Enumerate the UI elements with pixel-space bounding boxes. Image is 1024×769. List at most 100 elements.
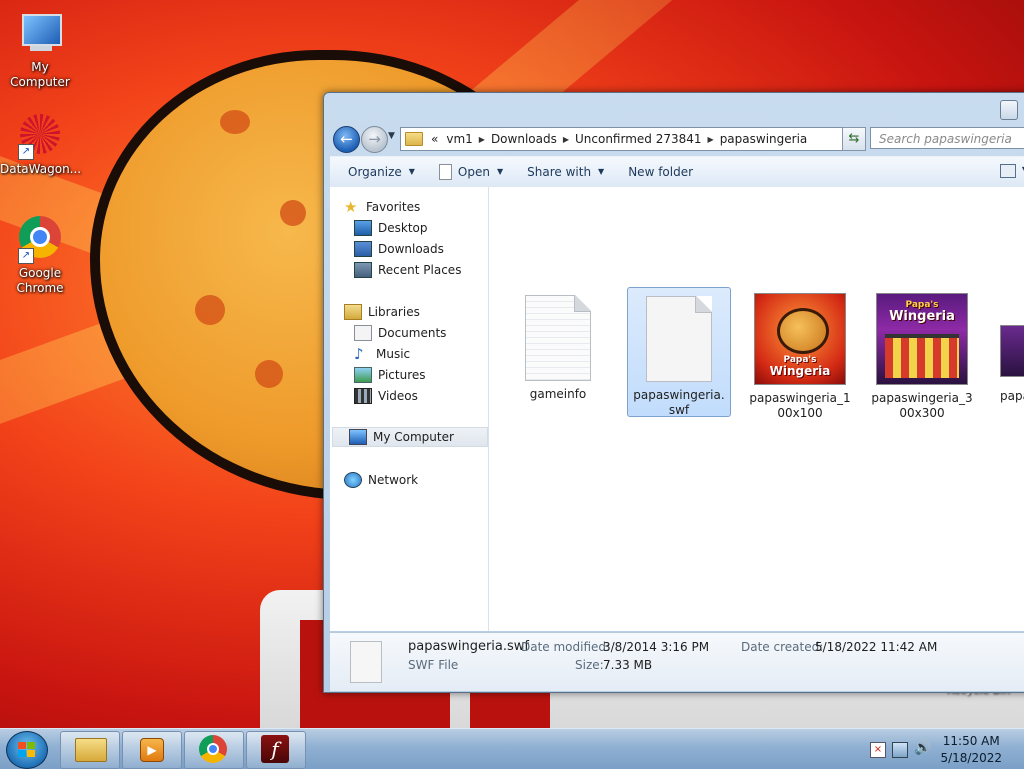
thumb-name-text: Wingeria xyxy=(889,309,955,324)
breadcrumb-downloads[interactable]: Downloads xyxy=(487,132,561,146)
address-bar[interactable]: « vm1 ▶ Downloads ▶ Unconfirmed 273841 ▶… xyxy=(400,127,866,151)
details-date-created: 5/18/2022 11:42 AM xyxy=(815,640,938,654)
image-thumbnail: Papa's Wingeria xyxy=(876,293,968,385)
file-name: papaswingeria_300x300 xyxy=(871,391,973,420)
breadcrumb-unconfirmed[interactable]: Unconfirmed 273841 xyxy=(571,132,706,146)
pictures-icon xyxy=(354,367,372,383)
desktop-icon-my-computer[interactable]: My Computer xyxy=(0,10,80,90)
network-icon[interactable] xyxy=(892,742,908,758)
file-name: papaswingeria.swf xyxy=(633,388,725,417)
breadcrumb-overflow[interactable]: « xyxy=(427,132,442,146)
computer-icon xyxy=(16,10,64,58)
taskbar-media-player[interactable]: ▶ xyxy=(122,731,182,769)
media-player-icon: ▶ xyxy=(140,738,164,762)
taskbar-chrome[interactable] xyxy=(184,731,244,769)
nav-pictures[interactable]: Pictures xyxy=(354,365,426,385)
file-item-papa-partial[interactable]: papa xyxy=(992,289,1024,404)
open-label: Open xyxy=(457,165,490,179)
system-tray: × 🔊 11:50 AM 5/18/2022 xyxy=(854,729,1024,769)
refresh-button[interactable]: ⇆ xyxy=(842,127,866,151)
refresh-icon: ⇆ xyxy=(848,131,860,146)
nav-documents[interactable]: Documents xyxy=(354,323,446,343)
navigation-bar: ← → ▼ « vm1 ▶ Downloads ▶ Unconfirmed 27… xyxy=(330,126,1024,153)
share-with-button[interactable]: Share with ▼ xyxy=(515,158,616,186)
nav-label: Favorites xyxy=(366,200,421,214)
start-button[interactable] xyxy=(6,731,48,769)
nav-label: My Computer xyxy=(373,430,454,444)
chevron-right-icon[interactable]: ▶ xyxy=(477,135,487,144)
file-name: gameinfo xyxy=(529,387,587,401)
details-filename: papaswingeria.swf xyxy=(408,639,529,654)
film-strip-icon xyxy=(354,388,372,404)
desktop-icon-label: DataWagon... xyxy=(0,162,82,176)
file-item-papaswingeria-100x100[interactable]: Papa's Wingeria papaswingeria_100x100 xyxy=(748,289,852,421)
desktop-icon-google-chrome[interactable]: ↗ Google Chrome xyxy=(0,216,80,296)
forward-button[interactable]: → xyxy=(361,126,388,153)
nav-label: Desktop xyxy=(378,221,428,235)
desktop-icon-label: My Computer xyxy=(10,60,70,89)
nav-libraries[interactable]: Libraries xyxy=(344,302,420,322)
details-date-modified-label: Date modified: xyxy=(521,640,611,654)
file-item-gameinfo[interactable]: gameinfo xyxy=(506,289,610,402)
computer-icon xyxy=(349,429,367,445)
details-pane: papaswingeria.swf SWF File Date modified… xyxy=(330,632,1024,691)
back-button[interactable]: ← xyxy=(333,126,360,153)
nav-label: Music xyxy=(376,347,411,361)
chrome-icon: ↗ xyxy=(16,216,64,264)
breadcrumb-vm1[interactable]: vm1 xyxy=(442,132,476,146)
nav-network[interactable]: Network xyxy=(344,470,418,490)
desktop-icon-datawagon[interactable]: ↗ DataWagon... xyxy=(0,112,82,177)
nav-label: Documents xyxy=(378,326,447,340)
nav-my-computer[interactable]: My Computer xyxy=(332,427,488,447)
taskbar-flash[interactable]: f xyxy=(246,731,306,769)
breadcrumb-papaswingeria[interactable]: papaswingeria xyxy=(716,132,812,146)
nav-music[interactable]: ♪ Music xyxy=(354,344,410,364)
nav-label: Network xyxy=(368,473,419,487)
command-bar: Organize ▼ Open ▼ Share with ▼ New folder ▼ xyxy=(330,156,1024,188)
recent-pages-dropdown[interactable]: ▼ xyxy=(388,131,395,141)
desktop-icon-label: Google Chrome xyxy=(16,266,64,295)
open-button[interactable]: Open ▼ xyxy=(427,158,515,186)
clock-date: 5/18/2022 xyxy=(940,751,1002,765)
chevron-right-icon[interactable]: ▶ xyxy=(706,135,716,144)
arrow-left-icon: ← xyxy=(340,130,353,148)
nav-label: Libraries xyxy=(368,305,420,319)
nav-label: Downloads xyxy=(378,242,444,256)
music-note-icon: ♪ xyxy=(354,345,364,363)
chevron-right-icon[interactable]: ▶ xyxy=(561,135,571,144)
network-icon xyxy=(344,472,362,488)
file-item-papaswingeria-300x300[interactable]: Papa's Wingeria papaswingeria_300x300 xyxy=(870,289,974,421)
nav-favorites[interactable]: ★ Favorites xyxy=(344,197,420,217)
caret-down-icon: ▼ xyxy=(408,167,415,176)
nav-label: Videos xyxy=(378,389,418,403)
details-date-created-label: Date created: xyxy=(741,640,824,654)
desktop-icon xyxy=(354,220,372,236)
explorer-icon xyxy=(75,738,107,762)
change-view-button[interactable] xyxy=(1000,164,1016,178)
nav-videos[interactable]: Videos xyxy=(354,386,418,406)
thumb-name-text: Wingeria xyxy=(769,364,831,378)
recent-places-icon xyxy=(354,262,372,278)
volume-icon[interactable]: 🔊 xyxy=(914,740,931,756)
downloads-folder-icon xyxy=(354,241,372,257)
taskbar-explorer[interactable] xyxy=(60,731,120,769)
action-center-icon[interactable]: × xyxy=(870,742,886,758)
nav-desktop[interactable]: Desktop xyxy=(354,218,428,238)
swf-file-icon xyxy=(350,641,382,683)
folder-icon xyxy=(405,132,423,146)
clock-time: 11:50 AM xyxy=(942,734,1000,748)
details-filetype: SWF File xyxy=(408,658,459,672)
nav-recent-places[interactable]: Recent Places xyxy=(354,260,461,280)
new-folder-button[interactable]: New folder xyxy=(616,158,705,186)
details-size: 7.33 MB xyxy=(603,658,653,672)
window-titlebar[interactable] xyxy=(324,93,1024,123)
organize-button[interactable]: Organize ▼ xyxy=(330,158,427,186)
flash-icon: f xyxy=(261,735,289,763)
nav-downloads[interactable]: Downloads xyxy=(354,239,444,259)
file-item-papaswingeria-swf[interactable]: papaswingeria.swf xyxy=(627,287,731,417)
nav-label: Recent Places xyxy=(378,263,462,277)
minimize-button[interactable] xyxy=(1000,100,1018,120)
clock[interactable]: 11:50 AM 5/18/2022 xyxy=(940,733,1002,767)
search-input[interactable]: Search papaswingeria xyxy=(870,127,1024,149)
datawagon-icon: ↗ xyxy=(16,112,64,160)
